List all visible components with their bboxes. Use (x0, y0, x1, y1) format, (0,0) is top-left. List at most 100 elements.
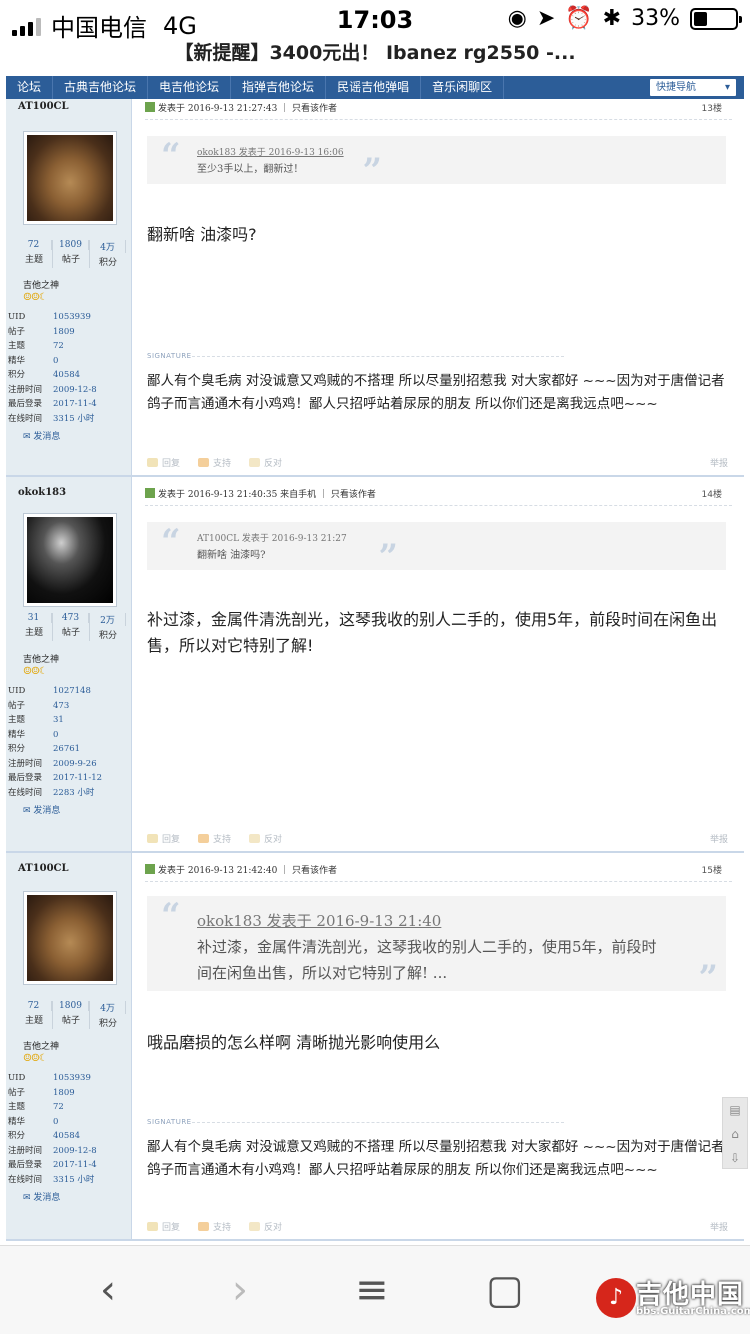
send-message-link[interactable]: ✉ 发消息 (23, 803, 60, 816)
quick-nav-button[interactable]: 快捷导航 ▾ (650, 79, 736, 96)
info-row: 最后登录 2017-11-4 (8, 397, 130, 412)
chevron-down-icon: ▾ (724, 82, 730, 93)
post-header-text[interactable]: 发表于 2016-9-13 21:27:43 ｜ 只看该作者 (158, 104, 337, 114)
info-row: 注册时间 2009-12-8 (8, 383, 130, 398)
stat-topics[interactable]: 31 (16, 613, 52, 623)
stat-posts[interactable]: 473 (53, 613, 89, 623)
stat-points[interactable]: 4万 (90, 240, 126, 253)
info-row: 注册时间 2009-9-26 (8, 757, 130, 772)
quote-text: 翻新啥 油漆吗? (197, 550, 266, 561)
nav-item-forum[interactable]: 论坛 (6, 76, 54, 99)
floor-number[interactable]: 14楼 (702, 487, 722, 500)
scroll-bottom-icon[interactable]: ⇩ (723, 1146, 747, 1170)
oppose-button[interactable]: 反对 (249, 1220, 282, 1233)
page-title[interactable]: 【新提醒】3400元出！ Ibanez rg2550 -... (0, 38, 750, 72)
signature: 鄙人有个臭毛病 对没诚意又鸡贼的不搭理 所以尽量别招惹我 对大家都好 ~~~因为… (147, 1139, 725, 1178)
comment-icon[interactable]: ▤ (723, 1098, 747, 1122)
info-row: 最后登录 2017-11-4 (8, 1158, 130, 1173)
info-key: 积分 (8, 1131, 26, 1141)
floor-number[interactable]: 15楼 (702, 863, 722, 876)
author-name[interactable]: AT100CL (18, 863, 69, 874)
reply-button[interactable]: 回复 (147, 1220, 180, 1233)
quote-author[interactable]: okok183 发表于 2016-9-13 16:06 (197, 145, 344, 158)
send-message-link[interactable]: ✉ 发消息 (23, 429, 60, 442)
nav-item-fingerstyle[interactable]: 指弹吉他论坛 (231, 76, 327, 99)
nav-item-classical[interactable]: 古典吉他论坛 (53, 76, 149, 99)
avatar[interactable] (23, 891, 117, 985)
info-value: 2017-11-4 (53, 1160, 97, 1170)
info-key: 在线时间 (8, 787, 43, 798)
signature-label: SIGNATURE (147, 352, 192, 360)
info-key: 积分 (8, 744, 26, 754)
info-key: 注册时间 (8, 1145, 43, 1156)
stat-topics[interactable]: 72 (16, 1001, 52, 1011)
nav-item-electric[interactable]: 电吉他论坛 (148, 76, 232, 99)
back-to-top-icon[interactable]: ⌂ (723, 1122, 747, 1146)
avatar[interactable] (23, 513, 117, 607)
info-key: 帖子 (8, 326, 26, 337)
oppose-label: 反对 (264, 835, 283, 845)
info-key: UID (8, 1073, 26, 1083)
support-button[interactable]: 支持 (198, 832, 231, 845)
stat-posts[interactable]: 1809 (53, 240, 89, 250)
info-key: 最后登录 (8, 1160, 43, 1170)
stat-points[interactable]: 2万 (90, 613, 126, 626)
oppose-button[interactable]: 反对 (249, 456, 282, 469)
nav-item-music-chat[interactable]: 音乐闲聊区 (421, 76, 505, 99)
author-name[interactable]: AT100CL (18, 101, 69, 112)
info-row: 帖子 1809 (8, 1086, 130, 1101)
back-button[interactable]: ‹ (100, 1268, 116, 1312)
oppose-label: 反对 (264, 1223, 283, 1233)
reply-button[interactable]: 回复 (147, 832, 180, 845)
post-actions: 回复 支持 反对 举报 (147, 456, 728, 469)
oppose-button[interactable]: 反对 (249, 832, 282, 845)
quote-author[interactable]: okok183 发表于 2016-9-13 21:40 (197, 910, 441, 931)
author-stats: 72 主题 1809 帖子 4万 积分 (16, 240, 126, 268)
post-header-text[interactable]: 发表于 2016-9-13 21:42:40 ｜ 只看该作者 (158, 866, 337, 876)
signature: 鄙人有个臭毛病 对没诚意又鸡贼的不搭理 所以尽量别招惹我 对大家都好 ~~~因为… (147, 373, 725, 412)
floor-number[interactable]: 13楼 (702, 101, 722, 114)
info-value: 26761 (53, 744, 81, 754)
report-button[interactable]: 举报 (710, 832, 728, 845)
tabs-button[interactable]: ▢ (486, 1268, 524, 1312)
post-header-text[interactable]: 发表于 2016-9-13 21:40:35 来自手机 ｜ 只看该作者 (158, 490, 376, 500)
info-value: 2009-12-8 (53, 1145, 97, 1156)
quick-nav-label: 快捷导航 (656, 82, 696, 93)
stat-topics[interactable]: 72 (16, 240, 52, 250)
quote-author[interactable]: AT100CL 发表于 2016-9-13 21:27 (197, 531, 347, 544)
author-name[interactable]: okok183 (18, 487, 66, 498)
thumbs-down-icon (249, 834, 261, 843)
thread-content: AT100CL 72 主题 1809 帖子 4万 积分 吉他之神 ☺☺☾ UID 105… (6, 99, 744, 1245)
info-key: 最后登录 (8, 773, 43, 783)
avatar[interactable] (23, 131, 117, 225)
author-sidebar: okok183 31 主题 473 帖子 2万 积分 吉他之神 ☺☺☾ UID 1027… (6, 477, 132, 851)
stat-points-label: 积分 (98, 258, 117, 268)
quote-block: “ ” okok183 发表于 2016-9-13 21:40 补过漆，金属件清… (147, 896, 726, 998)
nav-item-folk[interactable]: 民谣吉他弹唱 (326, 76, 422, 99)
reply-button[interactable]: 回复 (147, 456, 180, 469)
report-button[interactable]: 举报 (710, 456, 728, 469)
thumbs-up-icon (198, 458, 210, 467)
post-body: 翻新啥 油漆吗? (147, 225, 257, 244)
stat-posts-label: 帖子 (61, 1016, 80, 1026)
support-label: 支持 (213, 1223, 232, 1233)
stat-points[interactable]: 4万 (90, 1001, 126, 1014)
send-message-label: 发消息 (33, 432, 61, 442)
post-actions: 回复 支持 反对 举报 (147, 832, 728, 845)
floating-tools: ▤ ⌂ ⇩ (722, 1097, 748, 1169)
stat-posts[interactable]: 1809 (53, 1001, 89, 1011)
menu-button[interactable]: ≡ (355, 1268, 389, 1312)
post-icon (145, 488, 155, 498)
send-message-link[interactable]: ✉ 发消息 (23, 1190, 60, 1203)
info-value: 1809 (53, 326, 75, 337)
quote-close-icon: ” (362, 151, 382, 191)
report-button[interactable]: 举报 (710, 1220, 728, 1233)
quote-open-icon: “ (161, 136, 181, 176)
info-key: 主题 (8, 341, 26, 351)
support-button[interactable]: 支持 (198, 1220, 231, 1233)
post-body: 哦品磨损的怎么样啊 清晰抛光影响使用么 (147, 1033, 441, 1052)
info-key: 主题 (8, 1102, 26, 1112)
info-row: 注册时间 2009-12-8 (8, 1144, 130, 1159)
support-button[interactable]: 支持 (198, 456, 231, 469)
forward-button[interactable]: › (232, 1268, 248, 1312)
